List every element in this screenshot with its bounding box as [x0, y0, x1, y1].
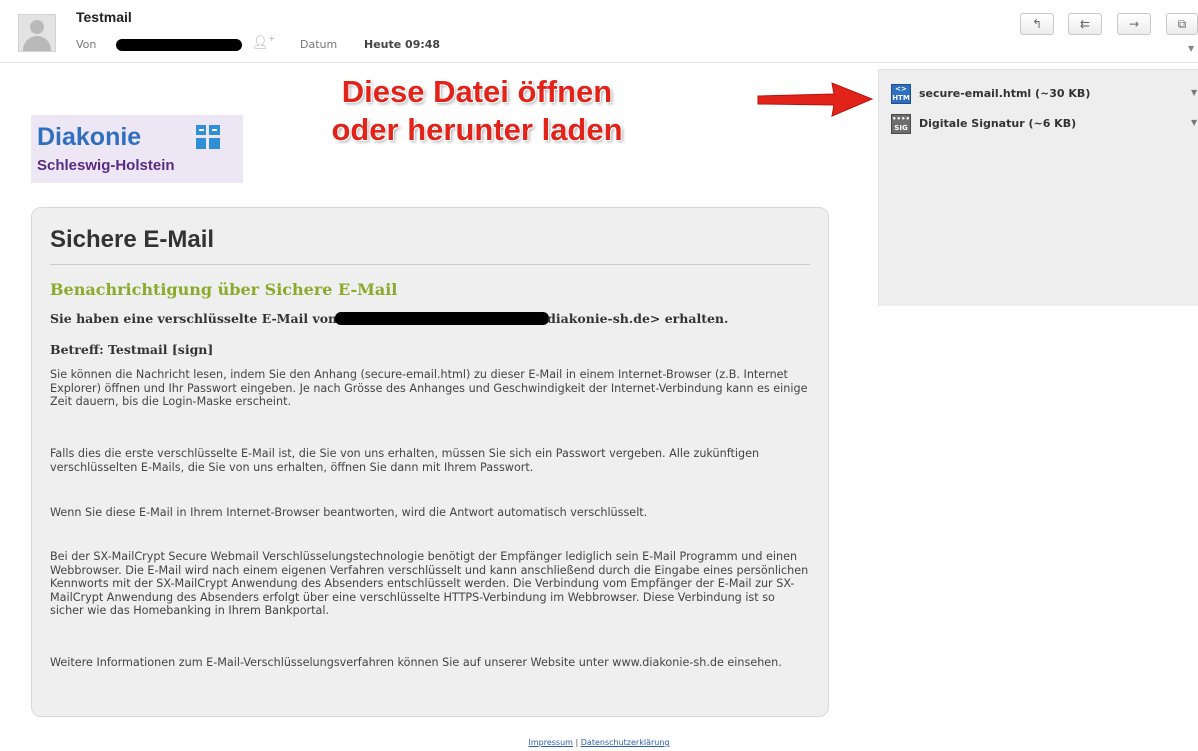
reply-all-button[interactable]: ⇇: [1068, 13, 1102, 35]
attachment-name[interactable]: secure-email.html (~30 KB): [919, 87, 1090, 100]
forward-icon: →: [1128, 17, 1140, 31]
paragraph-2: Falls dies die erste verschlüsselte E-Ma…: [50, 447, 760, 474]
from-label: Von: [76, 38, 97, 51]
more-options-arrow-icon[interactable]: ▼: [1188, 44, 1194, 53]
reply-icon: ↰: [1031, 17, 1043, 31]
footer-separator: |: [575, 738, 579, 747]
logo-subtitle: Schleswig-Holstein: [37, 157, 175, 174]
logo-name: Diakonie: [37, 123, 142, 151]
paragraph-4: Bei der SX-MailCrypt Secure Webmail Vers…: [50, 550, 809, 618]
chevron-down-icon[interactable]: ▼: [1191, 88, 1197, 97]
footer: Impressum | Datenschutzerklärung: [0, 738, 1198, 747]
diakonie-cross-icon: [196, 125, 220, 149]
attachments-panel: <> HTM secure-email.html (~30 KB) ▼ •••• S…: [878, 69, 1198, 306]
avatar-head: [30, 20, 44, 34]
card-title: Sichere E-Mail: [50, 226, 215, 253]
paragraph-5: Weitere Informationen zum E-Mail-Verschl…: [50, 656, 782, 669]
secure-mail-card: Sichere E-Mail Benachrichtigung über Sic…: [31, 207, 829, 717]
date-value: Heute 09:48: [364, 38, 441, 51]
reply-button[interactable]: ↰: [1020, 13, 1054, 35]
signature-file-icon: •••• SIG: [891, 114, 911, 134]
impressum-link[interactable]: Impressum: [529, 738, 573, 747]
attachment-secure-email[interactable]: <> HTM secure-email.html (~30 KB) ▼: [891, 84, 1197, 106]
card-subtitle: Benachrichtigung über Sichere E-Mail: [50, 280, 398, 299]
message-header: Testmail Von 👤︎+ Datum Heute 09:48 ↰ ⇇ →…: [0, 0, 1198, 63]
betreff-line: Betreff: Testmail [sign]: [50, 342, 214, 357]
paragraph-1: Sie können die Nachricht lesen, indem Si…: [50, 368, 808, 409]
diakonie-logo: Diakonie Schleswig-Holstein: [31, 115, 243, 183]
chevron-down-icon[interactable]: ▼: [1191, 118, 1197, 127]
html-file-icon: <> HTM: [891, 84, 911, 104]
date-label: Datum: [300, 38, 338, 51]
annotation-text: Diese Datei öffnen oder herunter laden: [252, 73, 702, 149]
open-window-icon: ⧉: [1177, 17, 1187, 31]
attachment-signature[interactable]: •••• SIG Digitale Signatur (~6 KB) ▼: [891, 114, 1197, 136]
attachment-name[interactable]: Digitale Signatur (~6 KB): [919, 117, 1076, 130]
forward-button[interactable]: →: [1117, 13, 1151, 35]
annotation-line-2: oder herunter laden: [331, 112, 623, 147]
annotation-arrow-icon: [757, 82, 874, 117]
sender-redacted[interactable]: [116, 39, 242, 51]
sender-avatar: [18, 14, 56, 52]
add-contact-icon[interactable]: 👤︎+: [252, 34, 275, 50]
datenschutz-link[interactable]: Datenschutzerklärung: [581, 738, 670, 747]
annotation-line-1: Diese Datei öffnen: [341, 74, 613, 109]
intro-line: Sie haben eine verschlüsselte E-Mail von…: [50, 311, 729, 326]
divider: [50, 264, 810, 265]
message-subject: Testmail: [76, 9, 132, 25]
paragraph-3: Wenn Sie diese E-Mail in Ihrem Internet-…: [50, 506, 648, 519]
sender-address-redacted: [335, 312, 550, 325]
open-window-button[interactable]: ⧉: [1166, 13, 1198, 35]
avatar-body: [23, 36, 51, 51]
reply-all-icon: ⇇: [1079, 17, 1091, 31]
